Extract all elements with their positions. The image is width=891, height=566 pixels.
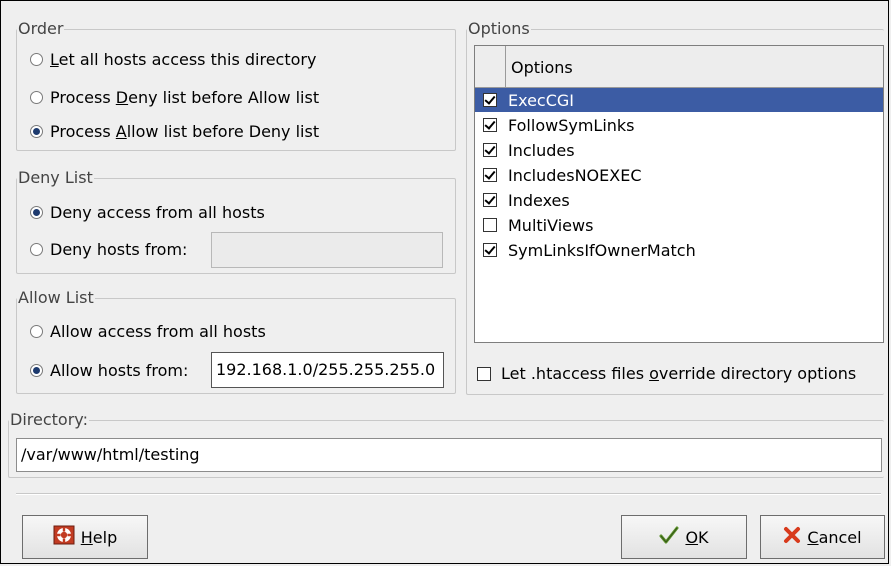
order-legend: Order xyxy=(18,19,64,38)
option-label: IncludesNOEXEC xyxy=(508,165,642,185)
ok-button-label: OK xyxy=(685,527,709,547)
order-option-label: Process Allow list before Deny list xyxy=(50,122,320,141)
checkmark-icon xyxy=(659,526,679,548)
allow-hosts-field[interactable]: 192.168.1.0/255.255.255.0 xyxy=(211,352,444,388)
allow-all-label: Allow access from all hosts xyxy=(50,322,266,341)
help-button[interactable]: Help xyxy=(22,515,148,559)
option-label: Includes xyxy=(508,140,575,160)
options-list[interactable]: Options ExecCGI FollowSymLinks Includes … xyxy=(474,45,884,343)
option-label: FollowSymLinks xyxy=(508,115,635,135)
cancel-button[interactable]: Cancel xyxy=(760,515,885,559)
allow-list-legend: Allow List xyxy=(18,288,94,307)
order-option-deny-first[interactable]: Process Deny list before Allow list xyxy=(30,88,319,107)
deny-from-label: Deny hosts from: xyxy=(50,240,188,259)
option-item-indexes[interactable]: Indexes xyxy=(475,188,883,212)
directory-legend: Directory: xyxy=(10,410,88,429)
order-option-all[interactable]: Let all hosts access this directory xyxy=(30,50,316,69)
order-option-allow-first[interactable]: Process Allow list before Deny list xyxy=(30,122,319,141)
deny-all-option[interactable]: Deny access from all hosts xyxy=(30,203,265,222)
help-button-label: Help xyxy=(80,527,118,547)
htaccess-override-label: Let .htaccess files override directory o… xyxy=(501,364,857,383)
options-list-header: Options xyxy=(475,46,883,88)
check-column-header[interactable] xyxy=(475,46,506,87)
options-legend: Options xyxy=(468,19,530,38)
option-checkbox[interactable] xyxy=(483,243,497,257)
option-checkbox[interactable] xyxy=(483,93,497,107)
directory-field[interactable]: /var/www/html/testing xyxy=(16,438,882,472)
deny-all-radio[interactable] xyxy=(30,206,43,219)
lifebuoy-icon xyxy=(53,525,75,549)
option-item-followsymlinks[interactable]: FollowSymLinks xyxy=(475,113,883,137)
order-deny-first-radio[interactable] xyxy=(30,91,43,104)
allow-from-label: Allow hosts from: xyxy=(50,361,189,380)
cancel-button-label: Cancel xyxy=(807,527,862,547)
deny-from-option[interactable]: Deny hosts from: xyxy=(30,240,187,259)
option-item-execcgi[interactable]: ExecCGI xyxy=(475,88,883,112)
option-label: SymLinksIfOwnerMatch xyxy=(508,240,696,260)
order-allow-first-radio[interactable] xyxy=(30,125,43,138)
options-column-header[interactable]: Options xyxy=(511,58,573,77)
allow-from-radio[interactable] xyxy=(30,364,43,377)
deny-from-radio[interactable] xyxy=(30,243,43,256)
option-checkbox[interactable] xyxy=(483,143,497,157)
button-separator xyxy=(16,493,881,495)
option-item-includes[interactable]: Includes xyxy=(475,138,883,162)
option-checkbox[interactable] xyxy=(483,193,497,207)
ok-button[interactable]: OK xyxy=(621,515,747,559)
order-option-label: Process Deny list before Allow list xyxy=(50,88,320,107)
option-checkbox[interactable] xyxy=(483,118,497,132)
option-item-includesnoexec[interactable]: IncludesNOEXEC xyxy=(475,163,883,187)
allow-from-option[interactable]: Allow hosts from: xyxy=(30,361,188,380)
option-label: MultiViews xyxy=(508,215,594,235)
option-checkbox[interactable] xyxy=(483,168,497,182)
htaccess-override-checkbox[interactable] xyxy=(477,366,491,381)
allow-all-radio[interactable] xyxy=(30,325,43,338)
option-label: ExecCGI xyxy=(508,90,575,110)
deny-hosts-field[interactable] xyxy=(211,232,443,268)
allow-all-option[interactable]: Allow access from all hosts xyxy=(30,322,266,341)
x-icon xyxy=(783,526,801,548)
order-all-radio[interactable] xyxy=(30,53,43,66)
deny-list-legend: Deny List xyxy=(18,168,93,187)
htaccess-override-option[interactable]: Let .htaccess files override directory o… xyxy=(477,364,856,383)
order-option-label: Let all hosts access this directory xyxy=(50,50,317,69)
option-item-symlinksifownermatch[interactable]: SymLinksIfOwnerMatch xyxy=(475,238,883,262)
option-label: Indexes xyxy=(508,190,570,210)
deny-all-label: Deny access from all hosts xyxy=(50,203,265,222)
option-checkbox[interactable] xyxy=(483,218,497,232)
option-item-multiviews[interactable]: MultiViews xyxy=(475,213,883,237)
